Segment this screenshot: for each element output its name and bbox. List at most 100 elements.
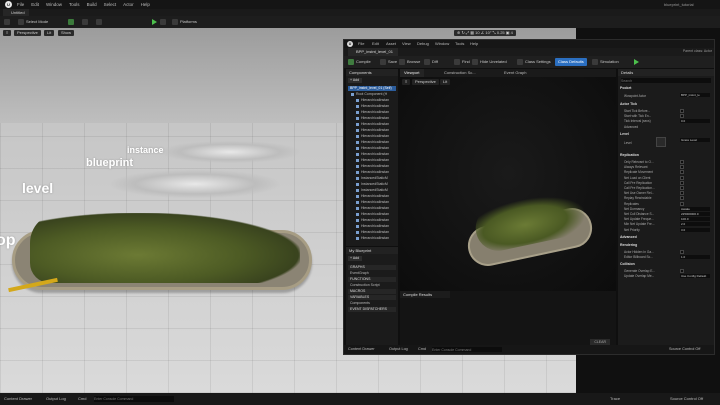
component-item[interactable]: HierarchicalInstan — [356, 230, 398, 235]
bp-perspective-button[interactable]: Perspective — [412, 79, 439, 85]
tab-event-graph[interactable]: Event Graph — [500, 69, 530, 77]
play-icon[interactable] — [634, 59, 639, 65]
show-button[interactable]: Show — [58, 30, 75, 36]
component-item[interactable]: InstancedStaticM — [356, 188, 398, 193]
tab-construction-script[interactable]: Construction Sc... — [440, 69, 480, 77]
bp-asset-tab[interactable]: BPP_instnt_level_01 — [348, 48, 398, 56]
component-item[interactable]: HierarchicalInstan — [356, 212, 398, 217]
detail-value[interactable]: 225000000.0 — [680, 212, 710, 216]
component-item[interactable]: HierarchicalInstan — [356, 206, 398, 211]
menu-select[interactable]: Select — [104, 2, 117, 7]
component-item[interactable]: HierarchicalInstan — [356, 218, 398, 223]
graphs-section[interactable]: GRAPHS — [348, 265, 396, 270]
component-item[interactable]: HierarchicalInstan — [356, 110, 398, 115]
blueprints-button[interactable] — [82, 18, 90, 26]
checkbox[interactable] — [680, 109, 684, 113]
menu-actor[interactable]: Actor — [123, 2, 134, 7]
checkbox[interactable] — [680, 160, 684, 164]
bp-menu-help[interactable]: Help — [470, 41, 478, 47]
checkbox[interactable] — [680, 170, 684, 175]
replication-section[interactable]: Replication — [620, 153, 713, 158]
component-item[interactable]: HierarchicalInstan — [356, 164, 398, 169]
detail-value[interactable]: 2.0 — [680, 222, 710, 227]
output-log-button[interactable]: Output Log — [46, 396, 66, 402]
viewport-menu-button[interactable]: ≡ — [3, 30, 12, 36]
bp-viewport-menu-button[interactable]: ≡ — [402, 79, 411, 85]
component-item[interactable]: HierarchicalInstan — [356, 152, 398, 157]
viewport-tools-group[interactable]: ⊕ ↻ ⤢ ▦ 10 ∠ 10° ⤡ 0.25 ▣ 4 — [454, 30, 516, 36]
simulation-button[interactable]: Simulation — [592, 58, 619, 66]
component-item[interactable]: HierarchicalInstan — [356, 134, 398, 139]
menu-build[interactable]: Build — [87, 2, 97, 7]
checkbox[interactable] — [680, 175, 684, 180]
component-item[interactable]: HierarchicalInstan — [356, 104, 398, 109]
checkbox[interactable] — [680, 114, 684, 118]
component-item[interactable]: InstancedStaticM — [356, 182, 398, 187]
bp-menu-asset[interactable]: Asset — [386, 41, 396, 47]
detail-value[interactable]: 100.0 — [680, 217, 710, 222]
component-item[interactable]: HierarchicalInstan — [356, 200, 398, 205]
checkbox[interactable] — [680, 165, 684, 170]
bp-source-control-status[interactable]: Source Control Off — [669, 347, 700, 352]
component-item[interactable]: HierarchicalInstan — [356, 158, 398, 163]
unreal-logo-icon[interactable]: U — [5, 1, 12, 8]
save-button[interactable]: Save — [380, 58, 397, 66]
platforms-dropdown[interactable]: Platforms — [172, 18, 197, 26]
checkbox[interactable] — [680, 186, 684, 190]
menu-file[interactable]: File — [17, 2, 24, 7]
cmd-dropdown[interactable]: Cmd — [78, 396, 86, 402]
component-item[interactable]: HierarchicalInstan — [356, 140, 398, 145]
collision-section[interactable]: Collision — [620, 262, 713, 267]
checkbox[interactable] — [680, 180, 684, 185]
menu-edit[interactable]: Edit — [31, 2, 39, 7]
component-item[interactable]: HierarchicalInstan — [356, 194, 398, 199]
bp-viewport[interactable]: ≡ Perspective Lit — [400, 77, 616, 291]
detail-value[interactable]: Use Config Default — [680, 274, 710, 278]
bp-menu-view[interactable]: View — [402, 41, 411, 47]
class-settings-button[interactable]: Class Settings — [517, 58, 551, 66]
source-control-status[interactable]: Source Control Off — [670, 396, 703, 402]
event-dispatchers-section[interactable]: EVENT DISPATCHERS — [348, 307, 396, 312]
compile-results-tab[interactable]: Compile Results — [400, 291, 450, 298]
bp-menu-tools[interactable]: Tools — [455, 41, 464, 47]
bp-menu-debug[interactable]: Debug — [417, 41, 429, 47]
add-member-button[interactable]: + Add — [348, 256, 362, 261]
menu-tools[interactable]: Tools — [69, 2, 80, 7]
root-component[interactable]: Root Component (H — [351, 92, 393, 97]
component-item[interactable]: InstancedStaticM — [356, 176, 398, 181]
bp-cmd-dropdown[interactable]: Cmd — [418, 347, 426, 352]
diff-button[interactable]: Diff — [424, 58, 438, 66]
bp-lit-button[interactable]: Lit — [440, 79, 451, 85]
detail-value[interactable]: Awake — [680, 206, 710, 211]
menu-help[interactable]: Help — [141, 2, 150, 7]
bp-output-log-button[interactable]: Output Log — [389, 347, 408, 352]
component-item[interactable]: HierarchicalInstan — [356, 146, 398, 151]
event-graph-item[interactable]: EventGraph — [348, 271, 396, 276]
level-tab[interactable]: Untitled — [3, 9, 29, 16]
bp-content-drawer-button[interactable]: Content Drawer — [348, 347, 375, 352]
advanced-section[interactable]: Advanced — [620, 235, 713, 240]
lit-button[interactable]: Lit — [44, 30, 55, 36]
add-component-button[interactable]: + Add — [348, 78, 362, 83]
actor-tick-section[interactable]: Actor Tick — [620, 102, 713, 107]
checkbox[interactable] — [680, 196, 684, 201]
self-component[interactable]: BPP_instnt_level_01 (Self) — [348, 86, 396, 91]
add-content-button[interactable] — [68, 18, 76, 26]
browse-button[interactable]: Browse — [399, 58, 420, 66]
trace-button[interactable]: Trace — [610, 396, 620, 402]
checkbox[interactable] — [680, 250, 684, 254]
play-options-button[interactable] — [160, 18, 168, 26]
component-item[interactable]: HierarchicalInstan — [356, 224, 398, 229]
detail-value[interactable]: Grass Level — [680, 138, 710, 142]
select-mode-dropdown[interactable]: Select Mode — [18, 18, 48, 26]
console-command-input[interactable] — [94, 396, 174, 402]
component-item[interactable]: HierarchicalInstan — [356, 122, 398, 127]
component-item[interactable]: HierarchicalInstan — [356, 128, 398, 133]
find-button[interactable]: Find — [454, 58, 470, 66]
variables-section[interactable]: VARIABLES — [348, 295, 396, 300]
menu-window[interactable]: Window — [46, 2, 62, 7]
details-search-input[interactable] — [621, 78, 711, 83]
construction-script-item[interactable]: Construction Script — [348, 283, 396, 288]
component-item[interactable]: HierarchicalInstan — [356, 116, 398, 121]
content-drawer-button[interactable]: Content Drawer — [4, 396, 32, 402]
